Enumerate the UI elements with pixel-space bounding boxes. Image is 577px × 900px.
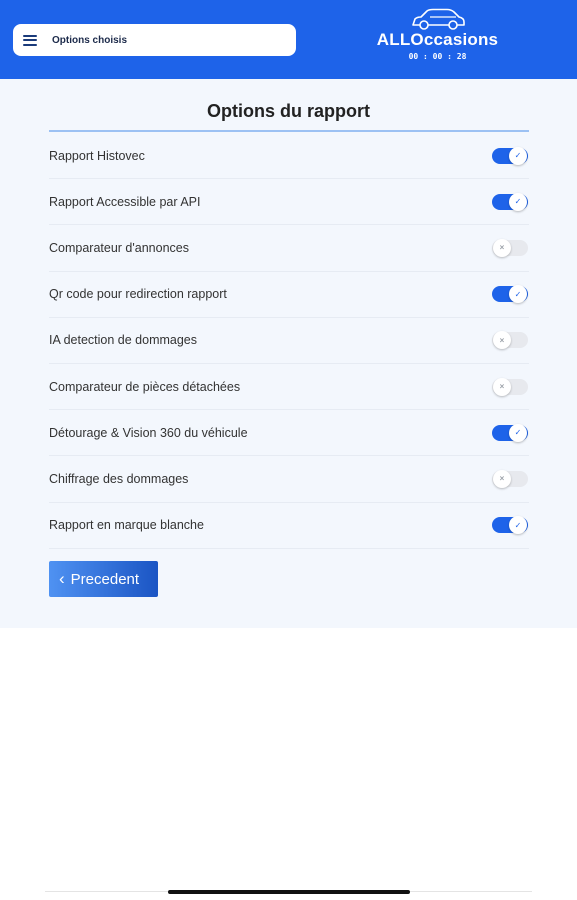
chevron-left-icon: ‹ xyxy=(59,569,65,588)
hamburger-icon[interactable] xyxy=(23,34,37,46)
option-label: Rapport Histovec xyxy=(49,148,145,163)
title-divider xyxy=(49,130,529,132)
option-label: Détourage & Vision 360 du véhicule xyxy=(49,425,248,440)
option-row: Chiffrage des dommages × xyxy=(49,456,529,503)
option-toggle[interactable]: ✓ xyxy=(492,284,528,304)
check-icon: ✓ xyxy=(509,192,527,211)
session-timer: 00 : 00 : 28 xyxy=(408,52,467,61)
option-row: Comparateur de pièces détachées × xyxy=(49,364,529,411)
check-icon: ✓ xyxy=(509,516,527,535)
app-header: Options choisis ALLOccasions 00 : 00 : 2… xyxy=(0,0,577,79)
option-row: Rapport Accessible par API ✓ xyxy=(49,179,529,226)
option-toggle[interactable]: ✓ xyxy=(492,423,528,443)
x-icon: × xyxy=(493,377,511,396)
car-outline-icon xyxy=(411,8,465,30)
brand-name: ALLOccasions xyxy=(376,30,499,49)
option-label: Comparateur de pièces détachées xyxy=(49,379,241,394)
option-row: Détourage & Vision 360 du véhicule ✓ xyxy=(49,410,529,457)
check-icon: ✓ xyxy=(509,146,527,165)
page-title: Options du rapport xyxy=(207,101,370,121)
option-toggle[interactable]: ✓ xyxy=(492,146,528,166)
option-label: Qr code pour redirection rapport xyxy=(49,287,227,302)
x-icon: × xyxy=(493,238,511,257)
menu-button[interactable]: Options choisis xyxy=(13,24,296,56)
option-row: Qr code pour redirection rapport ✓ xyxy=(49,272,529,318)
option-label: Rapport Accessible par API xyxy=(49,194,201,209)
option-label: IA detection de dommages xyxy=(49,333,198,348)
option-label: Rapport en marque blanche xyxy=(49,518,204,533)
option-toggle[interactable]: ✓ xyxy=(492,515,528,535)
brand-logo: ALLOccasions 00 : 00 : 28 xyxy=(370,8,505,74)
option-toggle[interactable]: × xyxy=(492,330,528,350)
option-toggle[interactable]: ✓ xyxy=(492,192,528,212)
option-row: Rapport en marque blanche ✓ xyxy=(49,503,529,549)
option-toggle[interactable]: × xyxy=(492,238,528,258)
gesture-handle[interactable] xyxy=(168,890,410,894)
option-label: Chiffrage des dommages xyxy=(49,471,189,486)
option-row: IA detection de dommages × xyxy=(49,318,529,364)
option-toggle[interactable]: × xyxy=(492,469,528,489)
options-panel: Options du rapport Rapport Histovec ✓ Ra… xyxy=(0,79,577,628)
check-icon: ✓ xyxy=(509,423,527,442)
option-row: Comparateur d'annonces × xyxy=(49,225,529,272)
previous-button[interactable]: ‹ Precedent xyxy=(49,561,158,597)
previous-label: Precedent xyxy=(70,570,140,588)
option-toggle[interactable]: × xyxy=(492,377,528,397)
option-row: Rapport Histovec ✓ xyxy=(49,133,529,180)
menu-label: Options choisis xyxy=(52,34,128,46)
option-label: Comparateur d'annonces xyxy=(49,240,189,255)
x-icon: × xyxy=(493,469,511,488)
options-list: Rapport Histovec ✓ Rapport Accessible pa… xyxy=(49,133,529,549)
